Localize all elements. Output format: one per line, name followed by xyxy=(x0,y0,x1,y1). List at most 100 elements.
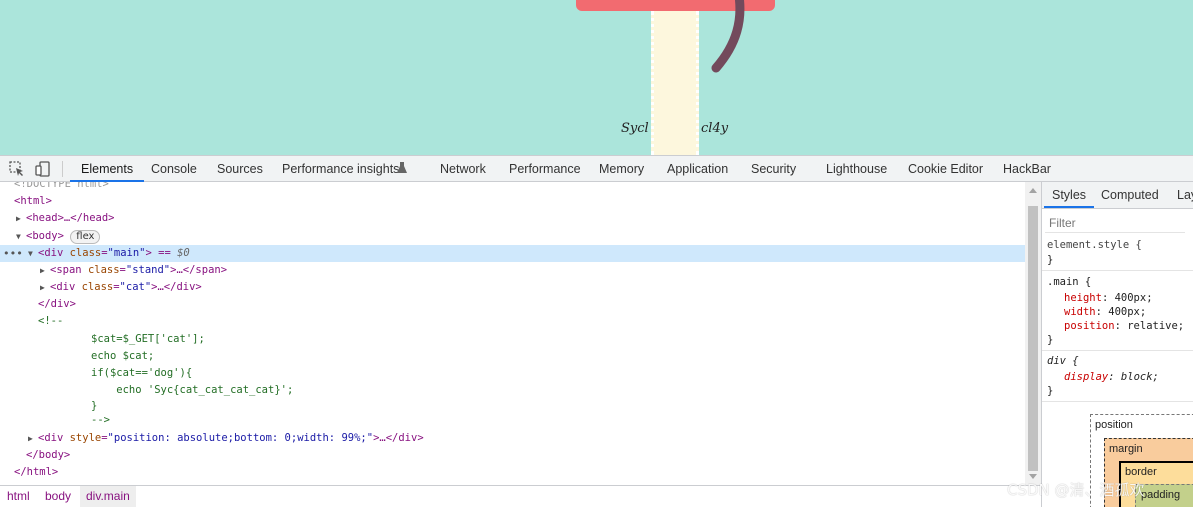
div-main-node[interactable]: ••• ▼ <div class="main"> == $0 xyxy=(0,245,1025,262)
div-close-tag: </div> xyxy=(38,298,76,310)
prop-width[interactable]: width: 400px; xyxy=(1064,305,1146,319)
comment-line: echo $cat; xyxy=(0,348,1025,365)
html-node[interactable]: <html> xyxy=(0,193,1025,210)
tab-styles[interactable]: Styles xyxy=(1044,182,1095,208)
body-open-tag: <body> xyxy=(26,230,64,242)
expand-triangle-icon[interactable]: ▶ xyxy=(28,430,38,447)
ua-selector[interactable]: div { xyxy=(1047,354,1079,368)
tab-console[interactable]: Console xyxy=(151,156,197,182)
rule-divider xyxy=(1042,270,1193,271)
crumb-html[interactable]: html xyxy=(1,486,36,507)
comment-text: } xyxy=(91,400,98,412)
device-toolbar-icon[interactable] xyxy=(34,160,52,178)
signature-left: Sycl xyxy=(621,121,649,136)
head-node[interactable]: ▶ <head>…</head> xyxy=(0,210,1025,227)
selected-ref: $0 xyxy=(177,247,190,259)
attr-value: "cat" xyxy=(119,281,152,293)
screen: Sycl cl4y Elements Console Sources Perfo… xyxy=(0,0,1193,507)
scroll-thumb[interactable] xyxy=(1028,206,1038,471)
comment-line: echo 'Syc{cat_cat_cat_cat}'; xyxy=(0,382,1025,399)
comment-text: $cat=$_GET['cat']; xyxy=(91,333,205,345)
div-style-node[interactable]: ▶ <div style="position: absolute;bottom: … xyxy=(0,430,1025,447)
flask-icon xyxy=(397,162,407,173)
span-open: <span xyxy=(50,264,88,276)
comment-text: echo $cat; xyxy=(91,350,155,362)
prop-value: block; xyxy=(1120,371,1159,383)
prop-value: 400px; xyxy=(1114,292,1153,304)
div-style-tail: >…</div> xyxy=(373,432,424,444)
attr-name: class xyxy=(69,247,102,259)
prop-name: position xyxy=(1064,320,1115,332)
attr-name: class xyxy=(87,264,120,276)
scroll-up-icon[interactable] xyxy=(1029,188,1037,193)
prop-position[interactable]: position: relative; xyxy=(1064,319,1184,333)
prop-name: display xyxy=(1064,371,1109,383)
prop-display: display: block; xyxy=(1064,371,1159,383)
div-cat-node[interactable]: ▶ <div class="cat">…</div> xyxy=(0,279,1025,296)
cat-tail xyxy=(711,0,745,73)
crumb-div-main[interactable]: div.main xyxy=(80,486,136,507)
box-model-border-label: border xyxy=(1125,466,1157,478)
doctype-node[interactable]: <!DOCTYPE html> xyxy=(0,182,1025,193)
tab-performance-insights[interactable]: Performance insights xyxy=(282,156,399,182)
elements-scrollbar[interactable] xyxy=(1025,182,1041,485)
body-close-tag: </body> xyxy=(26,449,71,461)
tab-layout[interactable]: Lay xyxy=(1177,182,1193,208)
div-close-node[interactable]: </div> xyxy=(0,296,1025,313)
breadcrumb: html body div.main xyxy=(0,485,1041,507)
tab-cookie-editor[interactable]: Cookie Editor xyxy=(908,156,983,182)
box-model-margin-label: margin xyxy=(1109,443,1143,455)
devtools-tabbar: Elements Console Sources Performance ins… xyxy=(0,155,1193,182)
attr-name: style xyxy=(69,432,102,444)
element-style-selector[interactable]: element.style { xyxy=(1047,238,1142,252)
collapse-triangle-icon[interactable]: ▼ xyxy=(28,245,38,262)
prop-name: width xyxy=(1064,306,1096,318)
prop-height[interactable]: height: 400px; xyxy=(1064,291,1153,305)
expand-triangle-icon[interactable]: ▶ xyxy=(40,279,50,296)
comment-text: echo 'Syc{cat_cat_cat_cat}'; xyxy=(91,384,294,396)
styles-pane: Styles Computed Lay Filter element.style… xyxy=(1041,182,1193,507)
prop-name: height xyxy=(1064,292,1102,304)
more-options-icon[interactable]: ••• xyxy=(3,245,23,262)
div-style-open: <div xyxy=(38,432,70,444)
comment-text: --> xyxy=(91,414,110,426)
tab-hackbar[interactable]: HackBar xyxy=(1003,156,1051,182)
box-model-position-label: position xyxy=(1095,419,1133,431)
tab-sources[interactable]: Sources xyxy=(217,156,263,182)
html-close-tag: </html> xyxy=(14,466,59,478)
csdn-watermark: CSDN @清、酒孤欢 xyxy=(1007,481,1145,499)
inspect-element-icon[interactable] xyxy=(8,160,26,178)
head-tag: <head>…</head> xyxy=(26,212,115,224)
prop-value: 400px; xyxy=(1108,306,1147,318)
collapse-triangle-icon[interactable]: ▼ xyxy=(16,228,26,245)
rule-close: } xyxy=(1047,254,1054,266)
span-stand-node[interactable]: ▶ <span class="stand">…</span> xyxy=(0,262,1025,279)
elements-tree: <!DOCTYPE html> <html> ▶ <head>…</head> ▼… xyxy=(0,182,1025,485)
main-selector[interactable]: .main { xyxy=(1047,275,1091,289)
tab-network[interactable]: Network xyxy=(440,156,486,182)
flex-badge[interactable]: flex xyxy=(70,230,101,244)
body-node[interactable]: ▼ <body> flex xyxy=(0,228,1025,245)
body-close-node[interactable]: </body> xyxy=(0,447,1025,464)
comment-open: <!-- xyxy=(38,315,64,327)
tab-lighthouse[interactable]: Lighthouse xyxy=(826,156,887,182)
comment-line: if($cat=='dog'){ xyxy=(0,365,1025,382)
attr-value: "stand" xyxy=(125,264,171,276)
html-close-node[interactable]: </html> xyxy=(0,464,1025,481)
attr-value: "main" xyxy=(107,247,146,259)
tab-elements[interactable]: Elements xyxy=(70,156,145,182)
tab-memory[interactable]: Memory xyxy=(599,156,644,182)
tab-computed[interactable]: Computed xyxy=(1101,182,1159,208)
span-tail: >…</span> xyxy=(170,264,228,276)
expand-triangle-icon[interactable]: ▶ xyxy=(40,262,50,279)
tab-performance[interactable]: Performance xyxy=(509,156,581,182)
page-preview: Sycl cl4y xyxy=(0,0,1193,155)
expand-triangle-icon[interactable]: ▶ xyxy=(16,210,26,227)
crumb-body[interactable]: body xyxy=(39,486,77,507)
styles-filter-input[interactable]: Filter xyxy=(1045,213,1185,233)
tab-security[interactable]: Security xyxy=(751,156,796,182)
tab-application[interactable]: Application xyxy=(667,156,728,182)
comment-node[interactable]: <!-- xyxy=(0,313,1025,330)
rule-divider xyxy=(1042,350,1193,351)
comment-text: if($cat=='dog'){ xyxy=(91,367,193,379)
